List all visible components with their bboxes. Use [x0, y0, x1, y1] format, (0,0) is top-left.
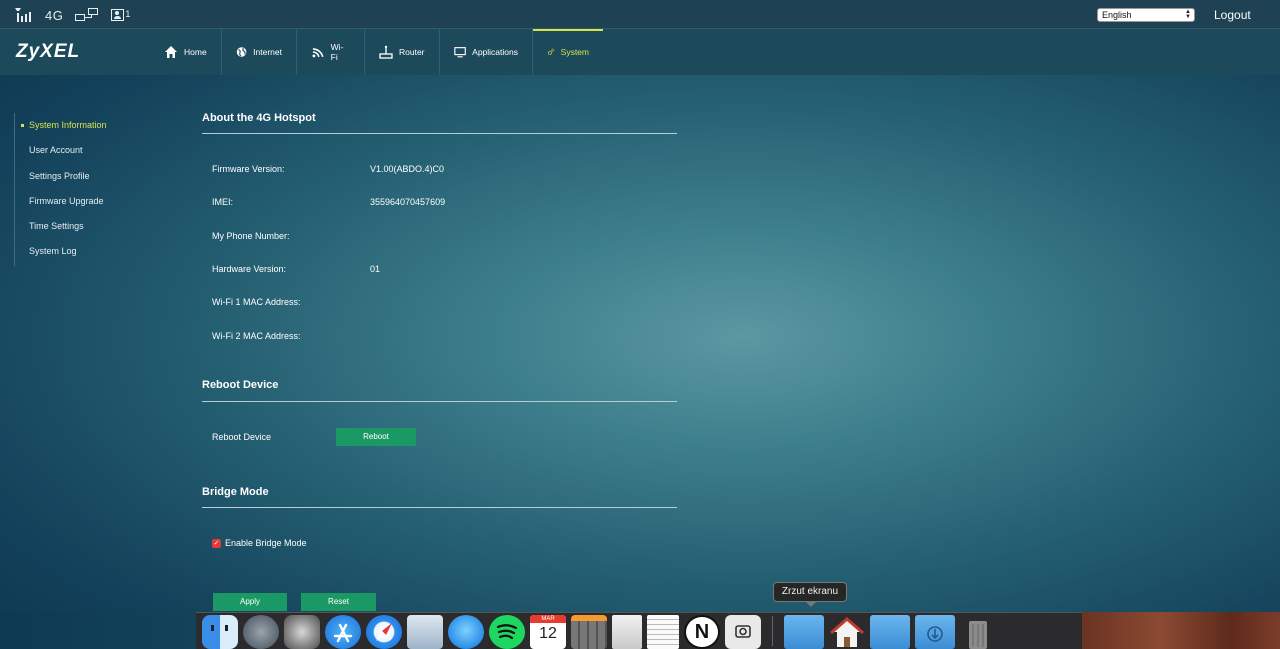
nav-home-label: Home	[184, 47, 207, 57]
wifi2-mac-label: Wi-Fi 2 MAC Address:	[212, 331, 301, 341]
preview-icon[interactable]	[612, 615, 642, 649]
network-type-label: 4G	[45, 7, 64, 23]
reboot-button[interactable]: Reboot	[336, 428, 416, 446]
section-divider	[202, 133, 677, 134]
nav-system[interactable]: System	[533, 29, 603, 75]
nav-applications-label: Applications	[472, 47, 518, 57]
hardware-version-value: 01	[370, 264, 381, 274]
main-header: ZyXEL Home Internet Wi-Fi Router Applica…	[0, 29, 1280, 75]
reboot-device-label: Reboot Device	[212, 432, 272, 442]
router-icon	[379, 45, 393, 59]
desktop-background	[1082, 612, 1280, 649]
calendar-month: MAR	[530, 615, 566, 623]
reboot-section-title: Reboot Device	[202, 379, 279, 391]
bridge-section-title: Bridge Mode	[202, 486, 269, 498]
nav-router[interactable]: Router	[365, 29, 440, 75]
system-sidebar: System Information User Account Settings…	[14, 113, 154, 266]
connected-users: 1	[111, 9, 130, 21]
finder-icon[interactable]	[202, 615, 238, 649]
lan-icon	[75, 8, 99, 22]
about-section-title: About the 4G Hotspot	[202, 112, 316, 124]
textedit-icon[interactable]	[647, 615, 679, 649]
system-preferences-icon[interactable]	[284, 615, 320, 649]
sidebar-item-system-log[interactable]: System Log	[15, 239, 154, 264]
nav-internet-label: Internet	[253, 47, 282, 57]
calculator-icon[interactable]	[571, 615, 607, 649]
phone-number-label: My Phone Number:	[212, 231, 290, 241]
apply-button[interactable]: Apply	[213, 593, 287, 611]
calendar-day: 12	[539, 625, 557, 642]
enable-bridge-mode-checkbox[interactable]: ✓	[212, 539, 221, 548]
applications-folder-icon[interactable]	[784, 615, 824, 649]
gear-icon	[547, 48, 555, 55]
calendar-icon[interactable]: MAR 12	[530, 615, 566, 649]
nav-router-label: Router	[399, 47, 425, 57]
safari-icon[interactable]	[366, 615, 402, 649]
language-select[interactable]: English ▲ ▼	[1097, 8, 1195, 22]
reset-button[interactable]: Reset	[301, 593, 376, 611]
messages-icon[interactable]	[448, 615, 484, 649]
language-select-value: English	[1102, 10, 1132, 20]
imei-label: IMEI:	[212, 197, 234, 207]
section-divider	[202, 507, 677, 508]
home-folder-icon[interactable]	[829, 615, 865, 649]
launchpad-icon[interactable]	[243, 615, 279, 649]
dock-separator	[772, 616, 773, 646]
status-icons: 4G 1	[15, 6, 130, 24]
dock-tooltip: Zrzut ekranu	[773, 582, 847, 607]
monitor-icon	[454, 47, 466, 58]
logout-link[interactable]: Logout	[1214, 8, 1251, 22]
spotify-icon[interactable]	[489, 615, 525, 649]
hardware-version-label: Hardware Version:	[212, 264, 287, 274]
nav-applications[interactable]: Applications	[440, 29, 533, 75]
wifi1-mac-label: Wi-Fi 1 MAC Address:	[212, 297, 301, 307]
sidebar-item-time-settings[interactable]: Time Settings	[15, 214, 154, 239]
documents-folder-icon[interactable]	[870, 615, 910, 649]
desktop-background	[0, 612, 196, 649]
select-arrows-icon: ▲ ▼	[1185, 9, 1191, 20]
connected-users-count: 1	[125, 9, 131, 19]
nav-wifi[interactable]: Wi-Fi	[297, 29, 365, 75]
nav-system-label: System	[560, 47, 589, 57]
macos-dock: MAR 12 N	[196, 612, 1082, 649]
notion-icon[interactable]: N	[684, 615, 720, 649]
firmware-version-label: Firmware Version:	[212, 164, 285, 174]
sidebar-item-system-information[interactable]: System Information	[15, 113, 154, 138]
status-bar: 4G 1 English ▲ ▼ Logout	[0, 0, 1280, 29]
nav-wifi-label: Wi-Fi	[330, 42, 344, 62]
screenshot-icon[interactable]	[725, 615, 761, 649]
firmware-version-value: V1.00(ABDO.4)C0	[370, 164, 445, 174]
app-store-icon[interactable]	[325, 615, 361, 649]
nav-internet[interactable]: Internet	[222, 29, 297, 75]
user-icon	[111, 9, 125, 21]
enable-bridge-mode-label[interactable]: Enable Bridge Mode	[225, 538, 307, 548]
globe-icon	[236, 47, 247, 57]
mail-icon[interactable]	[407, 615, 443, 649]
wifi-icon	[312, 48, 324, 58]
section-divider	[202, 401, 677, 402]
sidebar-item-settings-profile[interactable]: Settings Profile	[15, 164, 154, 189]
main-nav: Home Internet Wi-Fi Router Applications …	[150, 29, 603, 75]
sidebar-item-user-account[interactable]: User Account	[15, 138, 154, 163]
zyxel-logo: ZyXEL	[16, 41, 81, 62]
signal-strength-icon	[15, 8, 33, 22]
trash-icon[interactable]	[960, 615, 996, 649]
sidebar-item-firmware-upgrade[interactable]: Firmware Upgrade	[15, 189, 154, 214]
downloads-folder-icon[interactable]	[915, 615, 955, 649]
home-icon	[165, 46, 177, 58]
imei-value: 355964070457609	[370, 197, 446, 207]
nav-home[interactable]: Home	[150, 29, 222, 75]
